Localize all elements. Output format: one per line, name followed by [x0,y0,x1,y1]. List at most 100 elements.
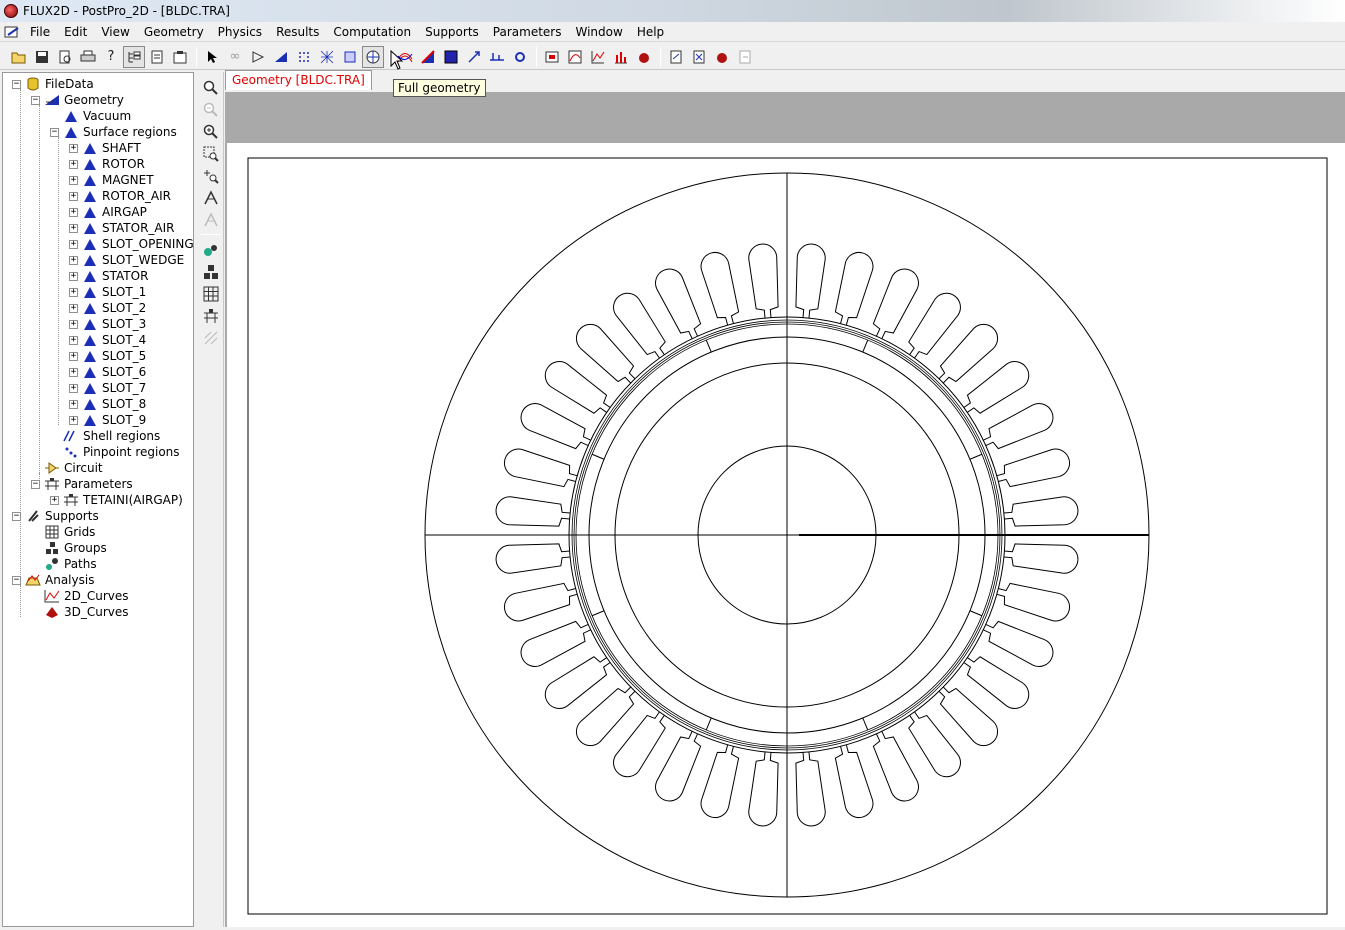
export-icon[interactable] [688,46,710,68]
view-groups-icon[interactable] [200,262,222,282]
zoom-region-icon[interactable] [200,144,222,164]
menu-computation[interactable]: Computation [326,23,418,41]
tree-item-region[interactable]: + SLOT_3 [69,316,146,332]
full-geometry-icon[interactable] [362,45,384,68]
expand-icon[interactable]: + [69,223,78,233]
3d-curve-icon[interactable] [633,46,655,68]
arrows-icon[interactable] [463,46,485,68]
zoom-fit-icon[interactable] [200,78,222,98]
pan-icon[interactable] [200,188,222,208]
tree-item-pinpoint-regions[interactable]: Pinpoint regions [50,444,180,460]
tree-item-paths[interactable]: Paths [31,556,97,572]
document-menu-icon[interactable] [0,23,26,41]
collapse-icon[interactable]: − [50,127,59,137]
expand-icon[interactable]: + [69,175,78,185]
tree-item-region[interactable]: + STATOR_AIR [69,220,175,236]
bug-icon[interactable] [711,46,733,68]
document-icon[interactable] [146,46,168,68]
save-icon[interactable] [31,46,53,68]
tree-item-grids[interactable]: Grids [31,524,95,540]
infinity-icon[interactable]: ∞ [224,46,246,68]
color-shade-icon[interactable] [417,46,439,68]
expand-icon[interactable]: + [69,367,78,377]
tree-item-region[interactable]: + SLOT_6 [69,364,146,380]
view-paths-icon[interactable] [200,240,222,260]
geometry-canvas[interactable] [227,143,1345,927]
tree-item-tetaini[interactable]: + TETAINI(AIRGAP) [50,492,183,508]
view-grid-icon[interactable] [200,284,222,304]
expand-icon[interactable]: + [69,319,78,329]
vectors-icon[interactable] [486,46,508,68]
bar-chart-icon[interactable] [610,46,632,68]
expand-icon[interactable]: + [50,495,59,505]
expand-icon[interactable]: + [69,255,78,265]
tree-item-region[interactable]: + SLOT_WEDGE [69,252,184,268]
menu-edit[interactable]: Edit [57,23,94,41]
help-question-icon[interactable]: ? [100,46,122,68]
tree-item-region[interactable]: + MAGNET [69,172,154,188]
zoom-out-icon[interactable] [200,100,222,120]
pan-disabled-icon[interactable] [200,210,222,230]
points-icon[interactable] [293,46,315,68]
collapse-icon[interactable]: − [31,479,40,489]
zoom-in-icon[interactable] [200,122,222,142]
tree-item-surface-regions[interactable]: − Surface regions [50,124,177,140]
tree-item-region[interactable]: + SLOT_7 [69,380,146,396]
curve-icon[interactable] [564,46,586,68]
expand-icon[interactable]: + [69,191,78,201]
view-disabled-icon[interactable] [200,328,222,348]
tree-item-region[interactable]: + AIRGAP [69,204,147,220]
tree-item-region[interactable]: + SLOT_2 [69,300,146,316]
grid-display-icon[interactable] [339,46,361,68]
print-preview-icon[interactable] [54,46,76,68]
tree-item-supports[interactable]: − Supports [12,508,99,524]
tree-item-region[interactable]: + SHAFT [69,140,141,156]
collapse-icon[interactable]: − [12,511,21,521]
tree-item-filedata[interactable]: − FileData [12,76,94,92]
tree-item-region[interactable]: + SLOT_8 [69,396,146,412]
graphics-viewport[interactable] [225,92,1345,927]
view-parameters-icon[interactable] [200,306,222,326]
tree-item-groups[interactable]: Groups [31,540,107,556]
menu-geometry[interactable]: Geometry [137,23,211,41]
exit-icon[interactable] [734,46,756,68]
expand-icon[interactable]: + [69,399,78,409]
menu-view[interactable]: View [94,23,136,41]
tree-item-analysis[interactable]: − Analysis [12,572,94,588]
menu-results[interactable]: Results [269,23,326,41]
2d-curve-icon[interactable] [587,46,609,68]
tree-item-circuit[interactable]: Circuit [31,460,103,476]
menu-help[interactable]: Help [630,23,671,41]
tree-item-region[interactable]: + SLOT_9 [69,412,146,428]
open-folder-icon[interactable] [8,46,30,68]
expand-icon[interactable]: + [69,383,78,393]
print-icon[interactable] [77,46,99,68]
computation-icon[interactable] [541,46,563,68]
menu-parameters[interactable]: Parameters [486,23,569,41]
tree-item-parameters[interactable]: − Parameters [31,476,133,492]
expand-icon[interactable]: + [69,271,78,281]
tree-item-geometry[interactable]: − Geometry [31,92,124,108]
menu-file[interactable]: File [26,23,57,41]
menu-supports[interactable]: Supports [418,23,486,41]
tree-item-region[interactable]: + SLOT_4 [69,332,146,348]
clipboard-icon[interactable] [169,46,191,68]
draw-face-icon[interactable] [270,46,292,68]
tree-item-region[interactable]: + ROTOR_AIR [69,188,171,204]
tree-item-region[interactable]: + SLOT_5 [69,348,146,364]
zoom-plus-icon[interactable] [200,166,222,186]
tab-geometry-bldc[interactable]: Geometry [BLDC.TRA] [225,70,372,90]
expand-icon[interactable]: + [69,239,78,249]
tree-item-vacuum[interactable]: Vacuum [50,108,131,124]
select-region-icon[interactable] [247,46,269,68]
settings-gear-icon[interactable] [509,46,531,68]
collapse-icon[interactable]: − [12,79,21,89]
mesh-icon[interactable] [316,46,338,68]
tree-item-region[interactable]: + SLOT_OPENING [69,236,193,252]
expand-icon[interactable]: + [69,303,78,313]
tree-item-region[interactable]: + STATOR [69,268,148,284]
tree-item-shell-regions[interactable]: Shell regions [50,428,160,444]
expand-icon[interactable]: + [69,415,78,425]
tree-item-region[interactable]: + SLOT_1 [69,284,146,300]
tree-view-icon[interactable] [123,45,145,68]
